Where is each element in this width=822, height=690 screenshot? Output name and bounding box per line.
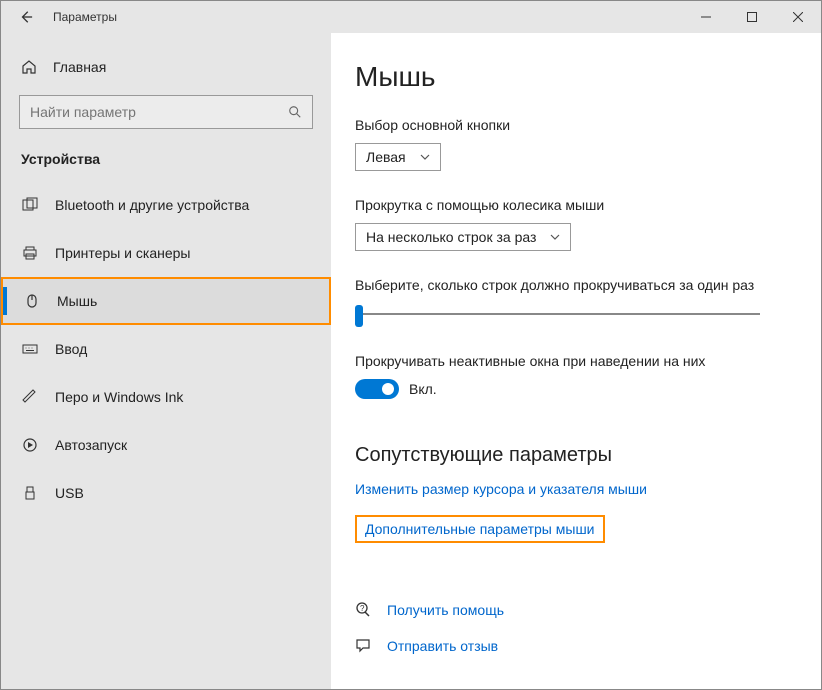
minimize-button[interactable] — [683, 1, 729, 33]
sidebar-item-label: Принтеры и сканеры — [55, 245, 190, 261]
home-label: Главная — [53, 59, 106, 75]
inactive-scroll-toggle[interactable] — [355, 379, 399, 399]
window-title: Параметры — [53, 10, 117, 24]
printer-icon — [21, 245, 39, 261]
slider-track — [355, 313, 760, 315]
bluetooth-icon — [21, 197, 39, 213]
sidebar-item-autoplay[interactable]: Автозапуск — [1, 421, 331, 469]
home-icon — [21, 59, 37, 75]
inactive-scroll-label: Прокручивать неактивные окна при наведен… — [355, 353, 785, 369]
category-title: Устройства — [1, 151, 331, 181]
toggle-state-label: Вкл. — [409, 381, 437, 397]
mouse-icon — [23, 293, 41, 309]
search-input[interactable] — [30, 104, 288, 120]
chevron-down-icon — [420, 154, 430, 160]
sidebar-item-label: Автозапуск — [55, 437, 127, 453]
search-icon — [288, 105, 302, 119]
lines-slider[interactable] — [355, 303, 760, 327]
feedback-icon — [355, 637, 377, 655]
close-button[interactable] — [775, 1, 821, 33]
sidebar-item-usb[interactable]: USB — [1, 469, 331, 517]
primary-button-label: Выбор основной кнопки — [355, 117, 785, 133]
back-button[interactable] — [11, 10, 41, 24]
search-box[interactable] — [19, 95, 313, 129]
related-settings-title: Сопутствующие параметры — [355, 444, 785, 467]
help-icon: ? — [355, 601, 377, 619]
sidebar-item-label: USB — [55, 485, 84, 501]
scroll-wheel-dropdown[interactable]: На несколько строк за раз — [355, 223, 571, 251]
primary-button-dropdown[interactable]: Левая — [355, 143, 441, 171]
dropdown-value: Левая — [366, 149, 406, 165]
sidebar-item-typing[interactable]: Ввод — [1, 325, 331, 373]
keyboard-icon — [21, 341, 39, 357]
get-help-link[interactable]: Получить помощь — [387, 602, 504, 618]
cursor-size-link[interactable]: Изменить размер курсора и указателя мыши — [355, 481, 647, 497]
sidebar-item-label: Перо и Windows Ink — [55, 389, 183, 405]
sidebar-item-label: Bluetooth и другие устройства — [55, 197, 249, 213]
svg-text:?: ? — [360, 604, 365, 613]
chevron-down-icon — [550, 234, 560, 240]
sidebar-item-label: Мышь — [57, 293, 97, 309]
pen-icon — [21, 389, 39, 405]
advanced-mouse-link[interactable]: Дополнительные параметры мыши — [355, 515, 605, 543]
maximize-button[interactable] — [729, 1, 775, 33]
lines-label: Выберите, сколько строк должно прокручив… — [355, 277, 785, 293]
dropdown-value: На несколько строк за раз — [366, 229, 536, 245]
feedback-link[interactable]: Отправить отзыв — [387, 638, 498, 654]
sidebar-item-pen[interactable]: Перо и Windows Ink — [1, 373, 331, 421]
sidebar-item-label: Ввод — [55, 341, 87, 357]
usb-icon — [21, 485, 39, 501]
toggle-knob — [382, 383, 394, 395]
autoplay-icon — [21, 437, 39, 453]
scroll-wheel-label: Прокрутка с помощью колесика мыши — [355, 197, 785, 213]
sidebar-item-printers[interactable]: Принтеры и сканеры — [1, 229, 331, 277]
slider-thumb[interactable] — [355, 305, 363, 327]
sidebar-item-bluetooth[interactable]: Bluetooth и другие устройства — [1, 181, 331, 229]
home-nav[interactable]: Главная — [1, 51, 331, 83]
sidebar-item-mouse[interactable]: Мышь — [1, 277, 331, 325]
page-title: Мышь — [355, 61, 785, 93]
